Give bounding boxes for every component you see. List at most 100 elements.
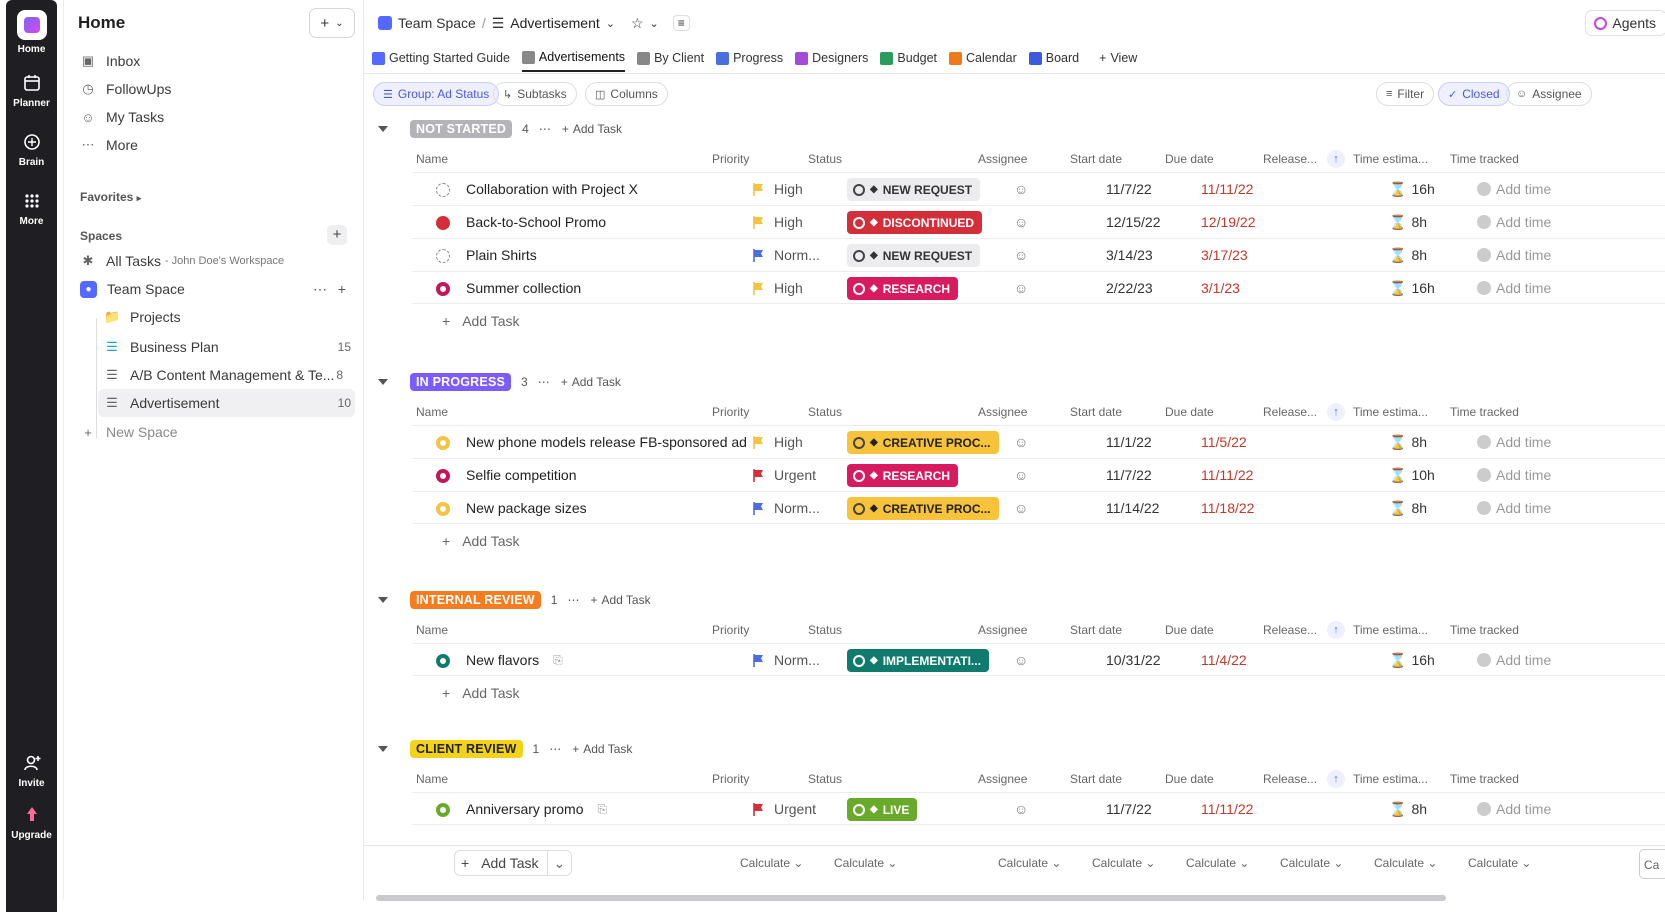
column-header[interactable]: Name bbox=[416, 405, 448, 419]
tab-getting-started[interactable]: Getting Started Guide bbox=[372, 44, 510, 72]
assignee-add-icon[interactable]: ☺ bbox=[1014, 467, 1028, 483]
column-header[interactable]: Name bbox=[416, 623, 448, 637]
sidebar-item-business-plan[interactable]: ☰ Business Plan 15 bbox=[98, 333, 355, 361]
task-time-tracked[interactable]: Add time bbox=[1477, 500, 1551, 516]
column-header[interactable]: Status bbox=[808, 405, 842, 419]
task-time-tracked[interactable]: Add time bbox=[1477, 434, 1551, 450]
task-status-badge[interactable]: ◆ NEW REQUEST bbox=[847, 178, 981, 201]
assignee-add-icon[interactable]: ☺ bbox=[1014, 500, 1028, 516]
task-due-date[interactable]: 3/1/23 bbox=[1201, 280, 1240, 296]
new-space-button[interactable]: + New Space bbox=[74, 418, 355, 446]
column-header[interactable]: Assignee bbox=[978, 152, 1027, 166]
task-priority[interactable]: High bbox=[774, 214, 803, 230]
column-header[interactable]: Status bbox=[808, 772, 842, 786]
column-header[interactable]: Start date bbox=[1070, 152, 1122, 166]
group-status-tag[interactable]: IN PROGRESS bbox=[410, 373, 512, 391]
subtasks-button[interactable]: ↳ Subtasks bbox=[493, 82, 577, 106]
task-name[interactable]: Summer collection bbox=[466, 280, 581, 296]
sidebar-item-all-tasks[interactable]: ✱ All Tasks - John Doe's Workspace bbox=[74, 247, 355, 275]
more-dots-icon[interactable]: ⋯ bbox=[567, 593, 580, 607]
task-time-estimate[interactable]: ⌛ 8h bbox=[1389, 500, 1427, 517]
sidebar-item-my-tasks[interactable]: ☺ My Tasks bbox=[74, 103, 355, 131]
sort-arrow-icon[interactable]: ↑ bbox=[1327, 621, 1345, 639]
more-dots-icon[interactable]: ⋯ bbox=[549, 742, 562, 756]
task-priority[interactable]: Urgent bbox=[774, 467, 816, 483]
sidebar-item-followups[interactable]: ◷ FollowUps bbox=[74, 75, 355, 103]
task-name[interactable]: Collaboration with Project X bbox=[466, 181, 638, 197]
task-start-date[interactable]: 11/7/22 bbox=[1106, 181, 1152, 197]
assignee-add-icon[interactable]: ☺ bbox=[1014, 280, 1028, 296]
tab-progress[interactable]: Progress bbox=[716, 44, 783, 72]
column-header[interactable]: Status bbox=[808, 623, 842, 637]
task-due-date[interactable]: 3/17/23 bbox=[1201, 247, 1248, 263]
task-time-estimate[interactable]: ⌛ 8h bbox=[1389, 214, 1427, 231]
column-header[interactable]: Time tracked bbox=[1450, 623, 1519, 637]
task-start-date[interactable]: 2/22/23 bbox=[1106, 280, 1153, 296]
closed-button[interactable]: ✓ Closed bbox=[1438, 82, 1510, 106]
add-space-icon[interactable]: + bbox=[327, 225, 347, 245]
assignee-button[interactable]: ☺ Assignee bbox=[1506, 82, 1592, 106]
last-calc-cell[interactable]: Ca bbox=[1639, 849, 1665, 879]
assignee-add-icon[interactable]: ☺ bbox=[1014, 181, 1028, 197]
tab-by-client[interactable]: By Client bbox=[637, 44, 704, 72]
task-status-badge[interactable]: ◆ IMPLEMENTATI... bbox=[847, 649, 989, 672]
column-header[interactable]: Release... bbox=[1263, 405, 1317, 419]
calculate-dropdown[interactable]: Calculate ⌄ bbox=[834, 856, 897, 870]
breadcrumb-space[interactable]: Team Space bbox=[398, 15, 476, 31]
favorites-header[interactable]: Favorites ▸ bbox=[80, 190, 141, 204]
calculate-dropdown[interactable]: Calculate ⌄ bbox=[1186, 856, 1249, 870]
task-status-circle-icon[interactable] bbox=[436, 216, 450, 230]
tab-board[interactable]: Board bbox=[1028, 44, 1079, 72]
rail-planner[interactable]: Planner bbox=[6, 72, 57, 109]
column-header[interactable]: Time estima... bbox=[1353, 152, 1428, 166]
group-add-task[interactable]: + Add Task bbox=[562, 122, 622, 136]
column-header[interactable]: Due date bbox=[1165, 152, 1214, 166]
rail-more[interactable]: More bbox=[6, 190, 57, 227]
column-header[interactable]: Status bbox=[808, 152, 842, 166]
task-status-circle-icon[interactable] bbox=[436, 282, 450, 296]
task-time-tracked[interactable]: Add time bbox=[1477, 467, 1551, 483]
calculate-dropdown[interactable]: Calculate ⌄ bbox=[1092, 856, 1155, 870]
column-header[interactable]: Due date bbox=[1165, 772, 1214, 786]
task-time-tracked[interactable]: Add time bbox=[1477, 247, 1551, 263]
column-header[interactable]: Priority bbox=[712, 623, 749, 637]
column-header[interactable]: Release... bbox=[1263, 152, 1317, 166]
task-name[interactable]: New flavors bbox=[466, 652, 539, 668]
agents-button[interactable]: Agents bbox=[1585, 10, 1665, 36]
task-due-date[interactable]: 12/19/22 bbox=[1201, 214, 1256, 230]
table-row[interactable]: Selfie competition Urgent ◆ RESEARCH ☺ 1… bbox=[412, 458, 1665, 491]
column-header[interactable]: Start date bbox=[1070, 623, 1122, 637]
task-time-estimate[interactable]: ⌛ 16h bbox=[1389, 280, 1435, 297]
chevron-down-icon[interactable]: ⌄ bbox=[546, 851, 572, 875]
column-header[interactable]: Assignee bbox=[978, 623, 1027, 637]
more-dots-icon[interactable]: ⋯ bbox=[538, 375, 551, 389]
task-status-circle-icon[interactable] bbox=[436, 502, 450, 516]
task-time-estimate[interactable]: ⌛ 8h bbox=[1389, 434, 1427, 451]
assignee-add-icon[interactable]: ☺ bbox=[1014, 247, 1028, 263]
table-row[interactable]: New package sizes Norm... ◆ CREATIVE PRO… bbox=[412, 491, 1665, 524]
star-icon[interactable]: ☆ bbox=[631, 15, 644, 32]
collapse-caret-icon[interactable] bbox=[378, 597, 388, 603]
column-header[interactable]: Name bbox=[416, 772, 448, 786]
task-due-date[interactable]: 11/11/22 bbox=[1201, 801, 1253, 817]
add-task-row[interactable]: + Add Task bbox=[412, 676, 520, 709]
rail-home[interactable]: Home bbox=[6, 10, 57, 55]
task-time-tracked[interactable]: Add time bbox=[1477, 801, 1551, 817]
task-time-tracked[interactable]: Add time bbox=[1477, 280, 1551, 296]
task-status-circle-icon[interactable] bbox=[436, 469, 450, 483]
task-status-badge[interactable]: ◆ CREATIVE PROC... bbox=[847, 431, 999, 454]
task-name[interactable]: New package sizes bbox=[466, 500, 587, 516]
task-due-date[interactable]: 11/11/22 bbox=[1201, 467, 1253, 483]
tab-calendar[interactable]: Calendar bbox=[949, 44, 1017, 72]
task-time-tracked[interactable]: Add time bbox=[1477, 181, 1551, 197]
sidebar-item-more[interactable]: ⋯ More bbox=[74, 131, 355, 159]
task-time-tracked[interactable]: Add time bbox=[1477, 214, 1551, 230]
assignee-add-icon[interactable]: ☺ bbox=[1014, 214, 1028, 230]
group-by-button[interactable]: ☰ Group: Ad Status bbox=[373, 82, 500, 106]
table-row[interactable]: New phone models release FB-sponsored ad… bbox=[412, 425, 1665, 458]
group-status-tag[interactable]: CLIENT REVIEW bbox=[410, 740, 523, 758]
table-row[interactable]: Anniversary promo ⎘ Urgent ◆ LIVE ☺ 11/7/… bbox=[412, 792, 1665, 825]
task-due-date[interactable]: 11/18/22 bbox=[1201, 500, 1254, 516]
task-priority[interactable]: Norm... bbox=[774, 652, 820, 668]
task-status-badge[interactable]: ◆ DISCONTINUED bbox=[847, 211, 983, 234]
